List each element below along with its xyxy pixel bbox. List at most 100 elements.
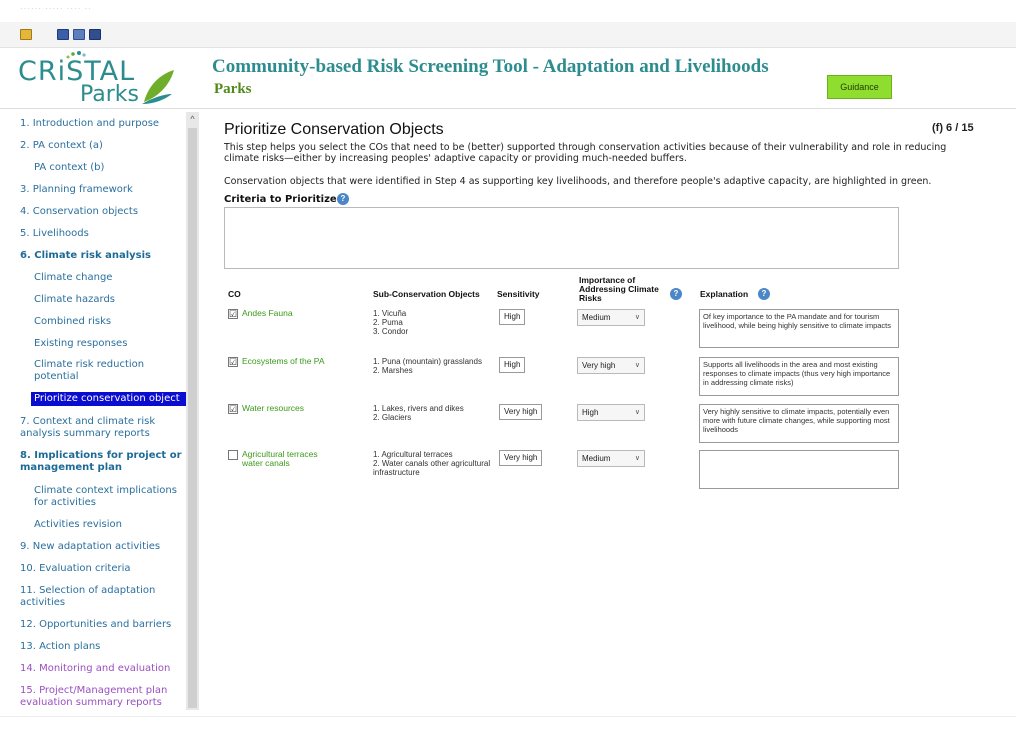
header-divider — [0, 108, 1016, 109]
sub-conservation-objects: 1. Vicuña 2. Puma 3. Condor — [373, 309, 491, 336]
sidebar-item-livelihoods[interactable]: 5. Livelihoods — [20, 228, 188, 240]
sensitivity-value: Very high — [499, 404, 543, 420]
sidebar-item-combined-risks[interactable]: Combined risks — [34, 316, 188, 328]
page-title: Prioritize Conservation Objects — [224, 121, 444, 138]
sub-conservation-object-item: 2. Water canals other agricultural infra… — [373, 459, 491, 477]
sub-conservation-objects: 1. Puna (mountain) grasslands 2. Marshes — [373, 357, 491, 375]
sidebar-item-existing-responses[interactable]: Existing responses — [34, 338, 188, 350]
guidance-button[interactable]: Guidance — [827, 75, 892, 99]
co-checkbox[interactable] — [228, 450, 238, 460]
sidebar-scrollbar[interactable]: ^ — [186, 112, 199, 710]
sidebar-item-climate-context-implications[interactable]: Climate context implications for activit… — [34, 485, 188, 509]
table-row: ☑ Ecosystems of the PA 1. Puna (mountain… — [224, 357, 904, 399]
importance-select[interactable]: Very high ∨ — [577, 357, 645, 374]
scroll-up-icon[interactable]: ^ — [186, 112, 199, 126]
sidebar-item-climate-risk-reduction[interactable]: Climate risk reduction potential — [34, 359, 188, 383]
sidebar-item-pa-context-a[interactable]: 2. PA context (a) — [20, 140, 188, 152]
app-title: Community-based Risk Screening Tool - Ad… — [212, 56, 769, 77]
window-top-bar: ······ ····· ···· ·· — [0, 0, 1016, 22]
sidebar-item-planning-framework[interactable]: 3. Planning framework — [20, 184, 188, 196]
table-row: Agricultural terraces water canals 1. Ag… — [224, 450, 904, 492]
logo-parks-text: Parks — [80, 82, 140, 107]
bottom-divider — [0, 716, 1016, 717]
explanation-field[interactable]: Supports all livelihoods in the area and… — [699, 357, 899, 396]
sub-conservation-object-item: 2. Puma — [373, 318, 403, 327]
sidebar-item-action-plans[interactable]: 13. Action plans — [20, 641, 188, 653]
co-checkbox[interactable]: ☑ — [228, 357, 238, 367]
importance-value: Very high — [582, 361, 616, 370]
explanation-field[interactable]: Of key importance to the PA mandate and … — [699, 309, 899, 348]
scroll-thumb[interactable] — [188, 128, 197, 708]
column-header-co: CO — [228, 289, 241, 299]
sidebar-item-selection-adaptation[interactable]: 11. Selection of adaptation activities — [20, 585, 188, 609]
intro-text: This step helps you select the COs that … — [224, 142, 947, 164]
importance-select[interactable]: High ∨ — [577, 404, 645, 421]
importance-info-icon[interactable]: ? — [670, 288, 682, 300]
importance-value: Medium — [582, 454, 611, 463]
sidebar-item-implications[interactable]: 8. Implications for project or managemen… — [20, 450, 188, 474]
column-header-sensitivity: Sensitivity — [497, 289, 540, 299]
sidebar-item-pa-context-b[interactable]: PA context (b) — [34, 162, 188, 174]
sidebar-item-new-adaptation-activities[interactable]: 9. New adaptation activities — [20, 541, 188, 553]
co-name: Agricultural terraces water canals — [242, 449, 318, 468]
criteria-info-icon[interactable]: ? — [337, 193, 349, 205]
table-row: ☑ Water resources 1. Lakes, rivers and d… — [224, 404, 904, 446]
sidebar-item-climate-risk-analysis[interactable]: 6. Climate risk analysis — [20, 250, 188, 262]
importance-value: Medium — [582, 313, 611, 322]
sub-conservation-object-item: 1. Agricultural terraces — [373, 450, 453, 459]
sidebar-item-monitoring-evaluation[interactable]: 14. Monitoring and evaluation — [20, 663, 188, 675]
save-icon[interactable] — [57, 29, 69, 40]
chevron-down-icon: ∨ — [634, 362, 640, 369]
sidebar-item-climate-change[interactable]: Climate change — [34, 272, 188, 284]
co-name: Water resources — [242, 403, 305, 413]
importance-select[interactable]: Medium ∨ — [577, 450, 645, 467]
sidebar-item-introduction[interactable]: 1. Introduction and purpose — [20, 118, 188, 130]
column-header-explanation: Explanation — [700, 289, 749, 299]
sub-conservation-object-item: 1. Vicuña — [373, 309, 407, 318]
sub-conservation-object-item: 1. Puna (mountain) grasslands — [373, 357, 482, 366]
toolbar — [0, 22, 1016, 48]
co-name: Andes Fauna — [242, 308, 293, 318]
sensitivity-value: Very high — [499, 450, 543, 466]
folder-open-icon[interactable] — [20, 29, 32, 40]
sidebar-item-activities-revision[interactable]: Activities revision — [34, 519, 188, 531]
importance-select[interactable]: Medium ∨ — [577, 309, 645, 326]
window-caption: ······ ····· ···· ·· — [20, 4, 92, 13]
explanation-field[interactable] — [699, 450, 899, 489]
page-counter: (f) 6 / 15 — [932, 122, 974, 134]
sensitivity-value: High — [499, 357, 526, 373]
leaf-icon — [142, 70, 174, 104]
co-checkbox[interactable]: ☑ — [228, 309, 238, 319]
explanation-info-icon[interactable]: ? — [758, 288, 770, 300]
co-checkbox[interactable]: ☑ — [228, 404, 238, 414]
sidebar-item-climate-hazards[interactable]: Climate hazards — [34, 294, 188, 306]
sidebar-nav: 1. Introduction and purpose 2. PA contex… — [14, 112, 188, 712]
app-header: CRiSTAL Parks Community-based Risk Scree… — [0, 48, 1016, 110]
disk-icon[interactable] — [89, 29, 101, 40]
sidebar-item-prioritize-conservation-object[interactable]: Prioritize conservation object — [31, 392, 188, 406]
co-name: Ecosystems of the PA — [242, 356, 325, 366]
sub-conservation-object-item: 1. Lakes, rivers and dikes — [373, 404, 464, 413]
explanation-field[interactable]: Very highly sensitive to climate impacts… — [699, 404, 899, 443]
cristal-parks-logo: CRiSTAL Parks — [18, 50, 198, 108]
sub-conservation-object-item: 2. Marshes — [373, 366, 413, 375]
table-row: ☑ Andes Fauna 1. Vicuña 2. Puma 3. Condor … — [224, 309, 904, 351]
sidebar-item-evaluation-summary[interactable]: 15. Project/Management plan evaluation s… — [20, 685, 188, 709]
sensitivity-value: High — [499, 309, 526, 325]
importance-value: High — [582, 408, 599, 417]
sidebar-item-summary-reports[interactable]: 7. Context and climate risk analysis sum… — [20, 416, 188, 440]
app-subtitle: Parks — [214, 81, 252, 97]
sub-conservation-objects: 1. Agricultural terraces 2. Water canals … — [373, 450, 491, 477]
sub-conservation-object-item: 2. Glaciers — [373, 413, 412, 422]
chevron-down-icon: ∨ — [634, 409, 640, 416]
sub-conservation-objects: 1. Lakes, rivers and dikes 2. Glaciers — [373, 404, 491, 422]
main-content: Prioritize Conservation Objects (f) 6 / … — [224, 118, 1004, 718]
chevron-down-icon: ∨ — [634, 314, 640, 321]
sidebar-item-evaluation-criteria[interactable]: 10. Evaluation criteria — [20, 563, 188, 575]
criteria-textarea[interactable] — [224, 207, 899, 269]
edit-icon[interactable] — [73, 29, 85, 40]
sidebar-item-conservation-objects[interactable]: 4. Conservation objects — [20, 206, 188, 218]
criteria-label: Criteria to Prioritize — [224, 194, 337, 205]
sidebar-item-opportunities-barriers[interactable]: 12. Opportunities and barriers — [20, 619, 188, 631]
column-header-importance: Importance of Addressing Climate Risks — [579, 275, 659, 303]
